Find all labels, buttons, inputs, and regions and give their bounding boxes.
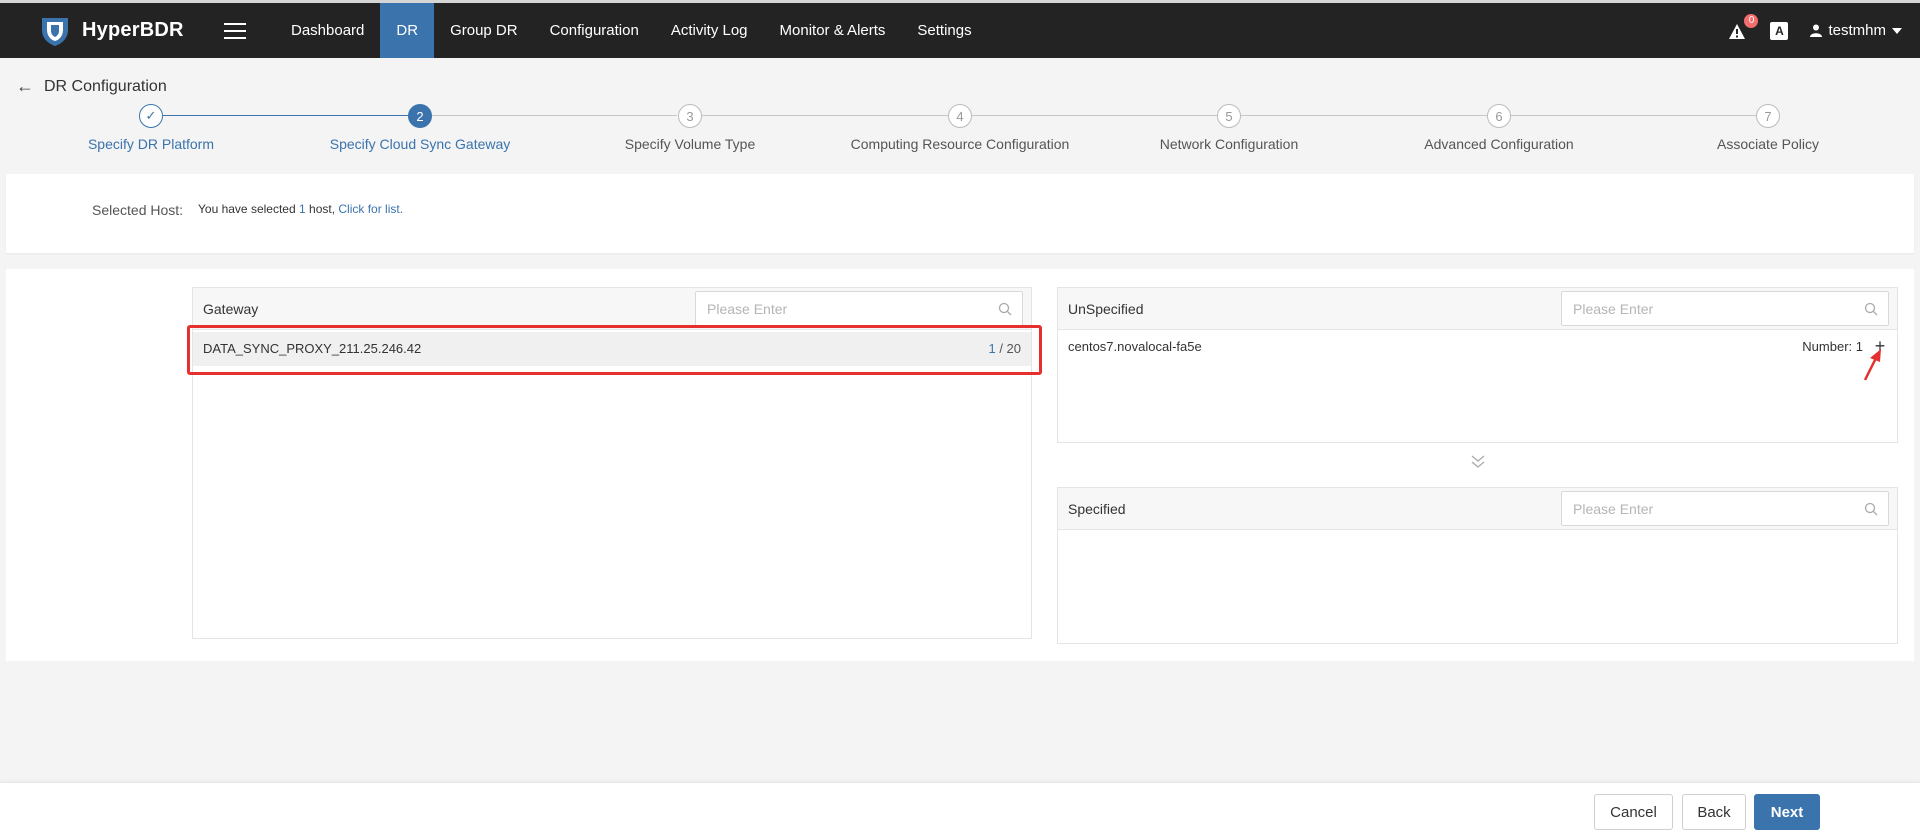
red-pointer-arrow-icon (1863, 349, 1881, 381)
step-number: 7 (1756, 104, 1780, 128)
search-icon (1864, 502, 1878, 515)
search-icon (998, 302, 1012, 315)
gateway-panel: Gateway DATA_SYNC_PROXY_211.25.246.42 1 … (192, 287, 1032, 639)
nav-item-monitor-alerts[interactable]: Monitor & Alerts (764, 3, 902, 58)
gateway-panel-header: Gateway (193, 288, 1031, 330)
alert-count-badge: 0 (1744, 13, 1759, 28)
gateway-row[interactable]: DATA_SYNC_PROXY_211.25.246.42 1 / 20 (193, 332, 1031, 366)
page-header: ← DR Configuration (16, 76, 167, 97)
menu-toggle-icon[interactable] (224, 22, 246, 39)
unspecified-host-row: centos7.novalocal-fa5e Number: 1 + (1058, 330, 1897, 364)
step-number: 2 (408, 104, 432, 128)
user-menu[interactable]: testmhm (1810, 22, 1902, 39)
selected-count: 1 (298, 202, 306, 216)
gateway-search-input[interactable] (696, 292, 998, 325)
step-5: 5 Network Configuration (1094, 104, 1364, 152)
step-3: 3 Specify Volume Type (555, 104, 825, 152)
step-label: Specify Volume Type (624, 136, 756, 152)
main-nav: Dashboard DR Group DR Configuration Acti… (275, 3, 988, 58)
gateway-name: DATA_SYNC_PROXY_211.25.246.42 (203, 341, 422, 356)
unspecified-panel-title: UnSpecified (1068, 301, 1144, 317)
step-label: Advanced Configuration (1424, 136, 1574, 152)
specified-panel-title: Specified (1068, 501, 1126, 517)
unspecified-search-input[interactable] (1562, 292, 1864, 325)
step-2: 2 Specify Cloud Sync Gateway (285, 104, 555, 152)
user-icon (1810, 24, 1823, 37)
unspecified-panel-header: UnSpecified (1058, 288, 1897, 330)
step-6: 6 Advanced Configuration (1364, 104, 1634, 152)
back-button[interactable]: Back (1682, 794, 1746, 830)
host-list-link[interactable]: Click for list. (338, 202, 403, 216)
gateway-used: 1 (988, 341, 996, 356)
app-name: HyperBDR (82, 19, 184, 41)
nav-item-settings[interactable]: Settings (901, 3, 987, 58)
nav-item-activity-log[interactable]: Activity Log (655, 3, 764, 58)
footer-actions: Cancel Back Next (0, 782, 1920, 840)
cancel-button[interactable]: Cancel (1594, 794, 1673, 830)
step-label: Associate Policy (1717, 136, 1819, 152)
page-title: DR Configuration (44, 77, 167, 95)
selected-prefix: You have selected (198, 202, 296, 216)
alert-triangle-icon (1729, 23, 1746, 39)
specified-panel-header: Specified (1058, 488, 1897, 530)
check-icon: ✓ (139, 104, 163, 128)
next-button[interactable]: Next (1754, 794, 1820, 830)
nav-item-configuration[interactable]: Configuration (534, 3, 655, 58)
selected-host-summary: You have selected 1 host, Click for list… (198, 202, 403, 216)
step-1: ✓ Specify DR Platform (16, 104, 286, 152)
back-arrow-icon[interactable]: ← (16, 76, 34, 97)
step-label: Computing Resource Configuration (850, 136, 1070, 152)
caret-down-icon (1892, 27, 1902, 34)
gateway-total: / 20 (999, 341, 1021, 356)
top-navigation-bar: HyperBDR Dashboard DR Group DR Configura… (0, 0, 1920, 58)
gateway-usage: 1 / 20 (988, 341, 1021, 356)
unspecified-search (1561, 291, 1889, 326)
selected-suffix: host, (309, 202, 336, 216)
double-chevron-down-icon[interactable] (1469, 454, 1487, 470)
nav-item-dr[interactable]: DR (380, 3, 435, 58)
host-name: centos7.novalocal-fa5e (1068, 339, 1202, 354)
top-right-tools: 0 A testmhm (1728, 13, 1902, 41)
language-icon[interactable]: A (1770, 21, 1789, 40)
search-icon (1864, 302, 1878, 315)
specified-panel: Specified (1057, 487, 1898, 644)
selected-host-card: Selected Host: You have selected 1 host,… (6, 174, 1914, 253)
step-number: 6 (1487, 104, 1511, 128)
step-number: 3 (678, 104, 702, 128)
nav-item-group-dr[interactable]: Group DR (434, 3, 534, 58)
step-number: 4 (948, 104, 972, 128)
hyperbdr-logo-icon (42, 17, 68, 46)
step-number: 5 (1217, 104, 1241, 128)
step-label: Network Configuration (1159, 136, 1299, 152)
step-label: Specify Cloud Sync Gateway (329, 136, 511, 152)
step-label: Specify DR Platform (87, 136, 215, 152)
stepper: ✓ Specify DR Platform 2 Specify Cloud Sy… (0, 104, 1920, 154)
gateway-search (695, 291, 1023, 326)
specified-search (1561, 491, 1889, 526)
step-7: 7 Associate Policy (1633, 104, 1903, 152)
step-4: 4 Computing Resource Configuration (825, 104, 1095, 152)
gateway-panel-title: Gateway (203, 301, 259, 317)
username: testmhm (1828, 22, 1886, 39)
host-number: Number: 1 (1802, 339, 1863, 354)
selected-host-label: Selected Host: (92, 202, 184, 218)
brand[interactable]: HyperBDR (38, 14, 212, 48)
alerts-button[interactable]: 0 (1728, 13, 1759, 41)
nav-item-dashboard[interactable]: Dashboard (275, 3, 380, 58)
specified-search-input[interactable] (1562, 492, 1864, 525)
unspecified-panel: UnSpecified centos7.novalocal-fa5e Numbe… (1057, 287, 1898, 443)
